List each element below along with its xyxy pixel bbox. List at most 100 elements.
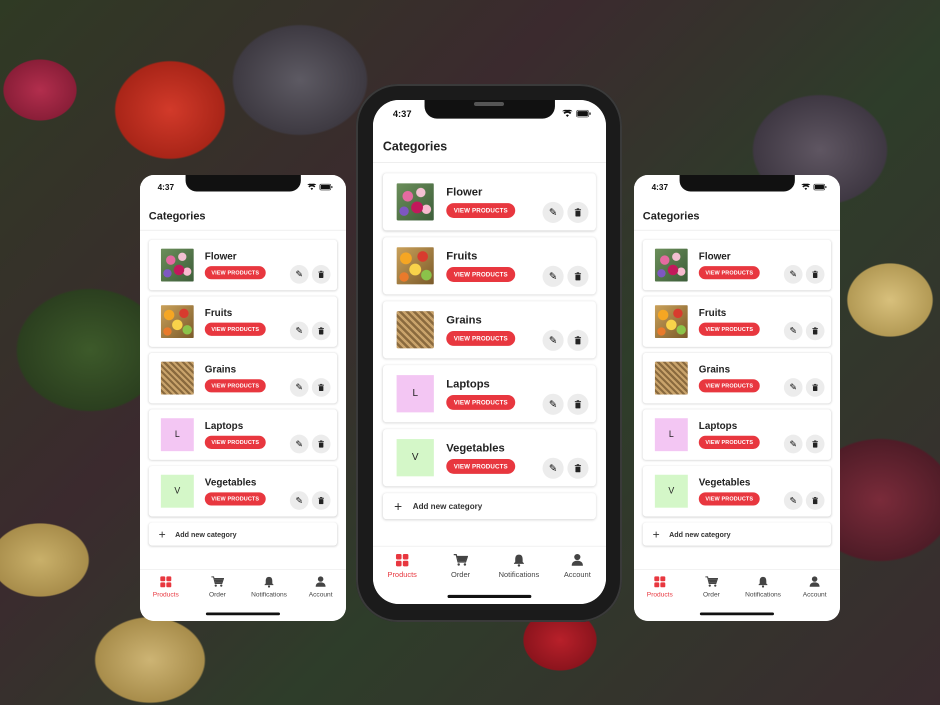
edit-button[interactable]: ✎ [542, 329, 564, 351]
category-name: Grains [698, 363, 731, 375]
trash-icon [812, 270, 818, 278]
delete-button[interactable] [311, 434, 331, 454]
tab-label: Order [451, 570, 471, 579]
delete-button[interactable] [311, 491, 331, 510]
view-products-button[interactable]: VIEW PRODUCTS [698, 379, 760, 393]
view-products-button[interactable]: VIEW PRODUCTS [446, 394, 516, 410]
category-name: Grains [204, 363, 237, 375]
pencil-icon: ✎ [295, 269, 303, 280]
edit-button[interactable]: ✎ [783, 378, 803, 397]
delete-button[interactable] [567, 265, 589, 287]
edit-button[interactable]: ✎ [783, 434, 803, 454]
view-products-button[interactable]: VIEW PRODUCTS [204, 379, 266, 393]
add-category-button[interactable]: + Add new category [149, 523, 337, 546]
view-products-button[interactable]: VIEW PRODUCTS [698, 266, 760, 280]
tab-products[interactable]: Products [140, 575, 192, 598]
delete-button[interactable] [567, 201, 589, 223]
view-products-button[interactable]: VIEW PRODUCTS [446, 203, 516, 218]
view-products-button[interactable]: VIEW PRODUCTS [698, 492, 760, 506]
phone-screen: 4:37 Categories Flower VIEW PRODUCTS ✎ F… [140, 175, 346, 621]
category-thumbnail [654, 248, 688, 282]
add-category-label: Add new category [175, 530, 237, 539]
edit-button[interactable]: ✎ [542, 457, 564, 479]
view-products-button[interactable]: VIEW PRODUCTS [446, 267, 516, 282]
edit-button[interactable]: ✎ [542, 265, 564, 287]
edit-button[interactable]: ✎ [783, 321, 803, 341]
wifi-icon [307, 183, 317, 191]
category-thumbnail [160, 248, 194, 282]
delete-button[interactable] [311, 378, 331, 397]
tab-notifications[interactable]: Notifications [243, 575, 295, 598]
tab-products[interactable]: Products [634, 575, 686, 598]
view-products-button[interactable]: VIEW PRODUCTS [204, 435, 266, 449]
edit-button[interactable]: ✎ [542, 201, 564, 223]
edit-button[interactable]: ✎ [289, 491, 309, 510]
delete-button[interactable] [805, 491, 825, 510]
category-thumbnail: L [654, 418, 688, 452]
edit-button[interactable]: ✎ [289, 378, 309, 397]
trash-icon [574, 464, 582, 473]
grid-icon [654, 576, 666, 588]
trash-icon [318, 270, 324, 278]
delete-button[interactable] [805, 378, 825, 397]
edit-button[interactable]: ✎ [289, 265, 309, 284]
category-name: Flower [698, 250, 731, 262]
add-category-button[interactable]: + Add new category [643, 523, 831, 546]
battery-icon [813, 183, 827, 191]
category-thumbnail [654, 361, 688, 395]
tab-account[interactable]: Account [789, 575, 840, 598]
delete-button[interactable] [311, 321, 331, 341]
trash-icon [318, 383, 324, 392]
view-products-button[interactable]: VIEW PRODUCTS [204, 492, 266, 506]
tab-label: Account [308, 590, 333, 599]
tab-order[interactable]: Order [192, 575, 244, 598]
trash-icon [318, 496, 324, 505]
delete-button[interactable] [567, 393, 589, 415]
edit-button[interactable]: ✎ [783, 265, 803, 284]
delete-button[interactable] [567, 329, 589, 351]
category-name: Flower [204, 250, 237, 262]
view-products-button[interactable]: VIEW PRODUCTS [204, 266, 266, 280]
pencil-icon: ✎ [548, 271, 558, 282]
thumbnail-letter: L [174, 429, 180, 440]
status-bar: 4:37 [634, 175, 840, 199]
status-bar: 4:37 [140, 175, 346, 199]
edit-button[interactable]: ✎ [289, 321, 309, 341]
view-products-button[interactable]: VIEW PRODUCTS [698, 322, 760, 336]
status-time: 4:37 [157, 182, 175, 193]
pencil-icon: ✎ [789, 383, 797, 393]
edit-button[interactable]: ✎ [542, 393, 564, 415]
bell-icon [758, 576, 768, 588]
tab-account[interactable]: Account [548, 553, 606, 579]
category-thumbnail [654, 305, 688, 339]
view-products-button[interactable]: VIEW PRODUCTS [698, 435, 760, 449]
tab-order[interactable]: Order [431, 553, 489, 579]
view-products-button[interactable]: VIEW PRODUCTS [204, 322, 266, 336]
delete-button[interactable] [805, 265, 825, 284]
category-name: Fruits [698, 307, 727, 319]
cart-icon [705, 576, 718, 587]
tab-notifications[interactable]: Notifications [490, 553, 548, 579]
tab-account[interactable]: Account [295, 575, 346, 598]
tab-order[interactable]: Order [686, 575, 738, 598]
tab-notifications[interactable]: Notifications [737, 575, 789, 598]
wifi-icon [801, 183, 811, 191]
category-thumbnail [160, 305, 194, 339]
category-name: Laptops [446, 377, 490, 391]
delete-button[interactable] [311, 265, 331, 284]
category-card: L Laptops VIEW PRODUCTS ✎ [382, 365, 596, 423]
edit-button[interactable]: ✎ [289, 434, 309, 454]
add-category-button[interactable]: + Add new category [383, 493, 596, 519]
tab-products[interactable]: Products [373, 553, 431, 579]
delete-button[interactable] [567, 457, 589, 479]
category-card: Flower VIEW PRODUCTS ✎ [148, 239, 338, 291]
view-products-button[interactable]: VIEW PRODUCTS [446, 458, 516, 474]
view-products-button[interactable]: VIEW PRODUCTS [446, 331, 516, 346]
status-icons [801, 183, 827, 191]
delete-button[interactable] [805, 434, 825, 454]
delete-button[interactable] [805, 321, 825, 341]
edit-button[interactable]: ✎ [783, 491, 803, 510]
category-name: Fruits [204, 307, 233, 319]
wifi-icon [562, 109, 573, 118]
pencil-icon: ✎ [295, 383, 303, 393]
